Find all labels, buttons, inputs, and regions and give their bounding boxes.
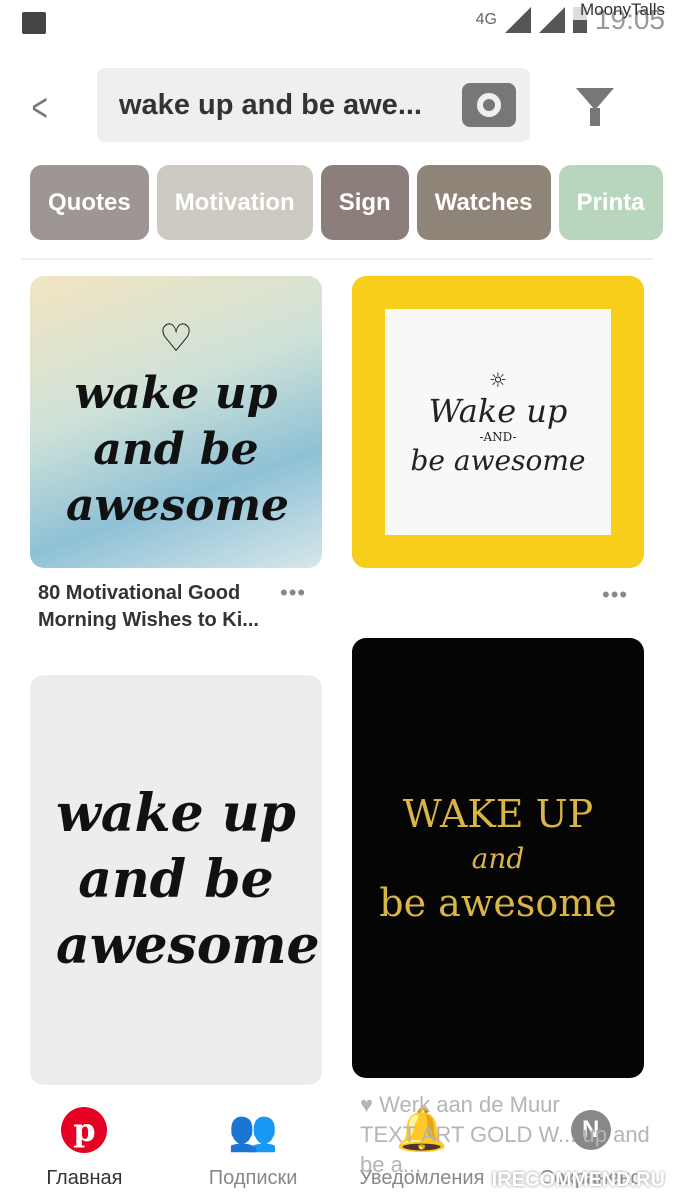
pin-caption-text: TEXT ART GOLD W... up and be a... — [360, 1122, 650, 1177]
nav-home[interactable]: p Главная — [0, 1095, 169, 1200]
pin-image[interactable]: ♡ wake up and be awesome — [30, 276, 322, 568]
more-options-icon[interactable]: ••• — [602, 582, 628, 608]
image-notification-icon — [22, 12, 46, 34]
filter-icon[interactable] — [576, 88, 614, 126]
pin-caption[interactable]: 80 Motivational Good Morning Wishes to K… — [38, 580, 278, 634]
divider — [22, 258, 653, 260]
pin-image[interactable]: WAKE UP and be awesome — [352, 638, 644, 1078]
signal-icon — [504, 7, 531, 33]
chip-sign[interactable]: Sign — [320, 165, 409, 240]
pinterest-logo-icon: p — [61, 1107, 108, 1153]
chip-printa[interactable]: Printa — [558, 165, 663, 240]
back-button[interactable]: < — [32, 86, 48, 131]
search-input[interactable]: wake up and be awe... — [97, 68, 530, 142]
signal-icon — [538, 7, 565, 33]
pin-source: ♥ Werk aan de Muur — [360, 1092, 560, 1117]
heart-icon: ♡ — [158, 315, 194, 360]
camera-icon[interactable] — [462, 83, 516, 127]
status-bar: 4G 19:05 MoonyTalls — [0, 0, 675, 50]
network-type: 4G — [475, 11, 497, 28]
clock: 19:05 MoonyTalls — [579, 0, 665, 35]
pin-caption: ♥ Werk aan de Muur TEXT ART GOLD W... up … — [360, 1090, 660, 1180]
pin-image[interactable]: ☼ Wake up -AND- be awesome — [352, 276, 644, 568]
search-header: < wake up and be awe... — [0, 50, 675, 160]
chip-watches[interactable]: Watches — [416, 165, 551, 240]
chip-motivation[interactable]: Motivation — [156, 165, 313, 240]
nav-following[interactable]: 👥 Подписки — [169, 1095, 338, 1200]
username: MoonyTalls — [579, 0, 665, 19]
people-icon: 👥 — [228, 1108, 279, 1153]
pin-image[interactable]: wake up and be awesome — [30, 675, 322, 1085]
guide-chips: Quotes Motivation Sign Watches Printa — [30, 165, 663, 240]
chip-quotes[interactable]: Quotes — [30, 165, 149, 240]
more-options-icon[interactable]: ••• — [280, 580, 306, 606]
sun-icon: ☼ — [489, 367, 507, 392]
